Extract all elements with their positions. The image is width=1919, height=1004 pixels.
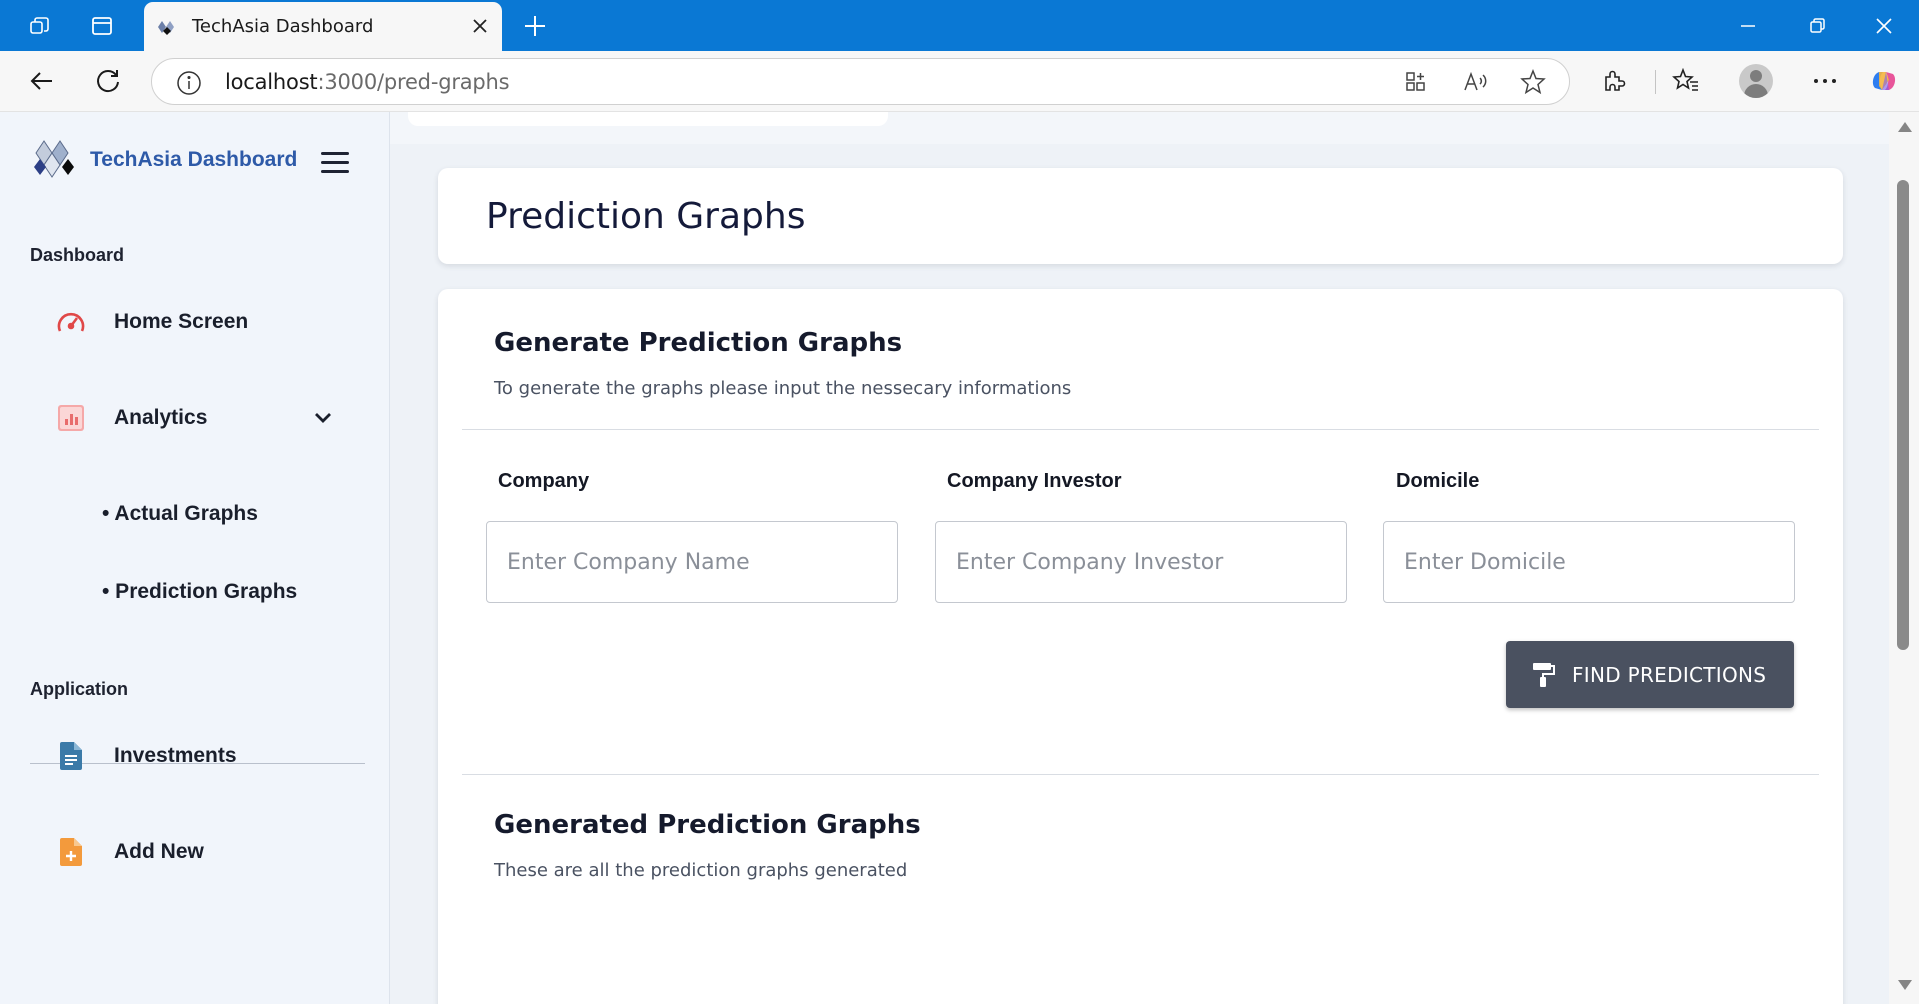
page-title: Prediction Graphs <box>486 196 806 237</box>
sidebar-subitem-actual-graphs[interactable]: • Actual Graphs <box>102 502 258 526</box>
browser-titlebar: TechAsia Dashboard <box>0 0 1919 51</box>
scroll-down-arrow-icon[interactable] <box>1898 980 1912 990</box>
domicile-label: Domicile <box>1396 470 1480 492</box>
prediction-form-card: Generate Prediction Graphs To generate t… <box>438 289 1843 1004</box>
favorites-icon[interactable] <box>1670 65 1702 97</box>
sidebar-item-label: Add New <box>114 840 204 863</box>
sidebar-item-label: Investments <box>114 744 237 767</box>
techasia-favicon <box>156 17 178 42</box>
favorite-star-icon[interactable] <box>1519 68 1547 96</box>
browser-toolbar: localhost:3000/pred-graphs <box>0 51 1919 112</box>
read-aloud-icon[interactable] <box>1461 68 1489 96</box>
vertical-tabs-icon[interactable] <box>88 12 116 40</box>
url-text[interactable]: localhost:3000/pred-graphs <box>225 70 510 94</box>
sidebar-item-add-new[interactable]: Add New <box>0 824 389 880</box>
sidebar-item-analytics[interactable]: Analytics <box>0 390 389 446</box>
find-predictions-button[interactable]: FIND PREDICTIONS <box>1506 641 1794 708</box>
tab-title: TechAsia Dashboard <box>192 16 374 37</box>
section-divider <box>462 774 1819 775</box>
copilot-icon[interactable] <box>1868 65 1900 97</box>
extensions-icon[interactable] <box>1598 65 1630 97</box>
paint-roller-icon <box>1530 662 1556 688</box>
document-icon <box>56 741 86 771</box>
company-investor-label: Company Investor <box>947 470 1122 492</box>
scrollbar-thumb[interactable] <box>1897 180 1909 650</box>
vertical-scrollbar[interactable] <box>1889 112 1919 1004</box>
chevron-down-icon[interactable] <box>311 406 335 430</box>
brand-logo[interactable] <box>32 136 76 178</box>
hamburger-menu-icon[interactable] <box>321 152 349 174</box>
section-divider <box>462 429 1819 430</box>
top-strip-pill <box>408 112 888 126</box>
sidebar-item-investments[interactable]: Investments <box>0 728 389 784</box>
top-strip <box>390 112 1889 144</box>
find-predictions-label: FIND PREDICTIONS <box>1572 662 1767 687</box>
company-investor-input[interactable] <box>935 521 1347 603</box>
close-tab-icon[interactable] <box>470 16 490 36</box>
section-label-dashboard: Dashboard <box>30 245 125 265</box>
restore-icon[interactable] <box>1803 12 1831 40</box>
minimize-icon[interactable] <box>1734 12 1762 40</box>
browser-tab-active[interactable]: TechAsia Dashboard <box>144 2 502 51</box>
tab-actions-icon[interactable] <box>26 12 54 40</box>
page-header-card: Prediction Graphs <box>438 168 1843 264</box>
company-name-input[interactable] <box>486 521 898 603</box>
speedometer-icon <box>56 307 86 337</box>
domicile-input[interactable] <box>1383 521 1795 603</box>
close-window-icon[interactable] <box>1870 12 1898 40</box>
generated-section-subtitle: These are all the prediction graphs gene… <box>494 860 908 881</box>
main-content: Prediction Graphs Generate Prediction Gr… <box>390 112 1889 1004</box>
generated-section-title: Generated Prediction Graphs <box>494 810 921 840</box>
address-bar[interactable]: localhost:3000/pred-graphs <box>151 58 1570 105</box>
site-info-icon[interactable] <box>176 70 202 101</box>
sidebar-subitem-prediction-graphs[interactable]: • Prediction Graphs <box>102 580 297 604</box>
scroll-up-arrow-icon[interactable] <box>1898 122 1912 132</box>
profile-avatar[interactable] <box>1739 64 1773 98</box>
app-available-icon[interactable] <box>1402 68 1430 96</box>
bar-chart-icon <box>56 403 86 433</box>
more-options-icon[interactable] <box>1809 65 1841 97</box>
section-label-application: Application <box>30 679 128 699</box>
sidebar-item-label: Home Screen <box>114 310 249 333</box>
toolbar-separator <box>1655 70 1656 94</box>
sidebar-item-home[interactable]: Home Screen <box>0 294 389 350</box>
company-label: Company <box>498 470 590 492</box>
back-arrow-icon[interactable] <box>26 65 58 97</box>
file-plus-icon <box>56 837 86 867</box>
sidebar: TechAsia Dashboard Dashboard Home Screen… <box>0 112 390 1004</box>
generate-section-subtitle: To generate the graphs please input the … <box>494 378 1072 399</box>
brand-title[interactable]: TechAsia Dashboard <box>90 148 297 172</box>
new-tab-icon[interactable] <box>521 12 549 40</box>
refresh-icon[interactable] <box>92 65 124 97</box>
generate-section-title: Generate Prediction Graphs <box>494 328 903 358</box>
sidebar-item-label: Analytics <box>114 406 208 429</box>
